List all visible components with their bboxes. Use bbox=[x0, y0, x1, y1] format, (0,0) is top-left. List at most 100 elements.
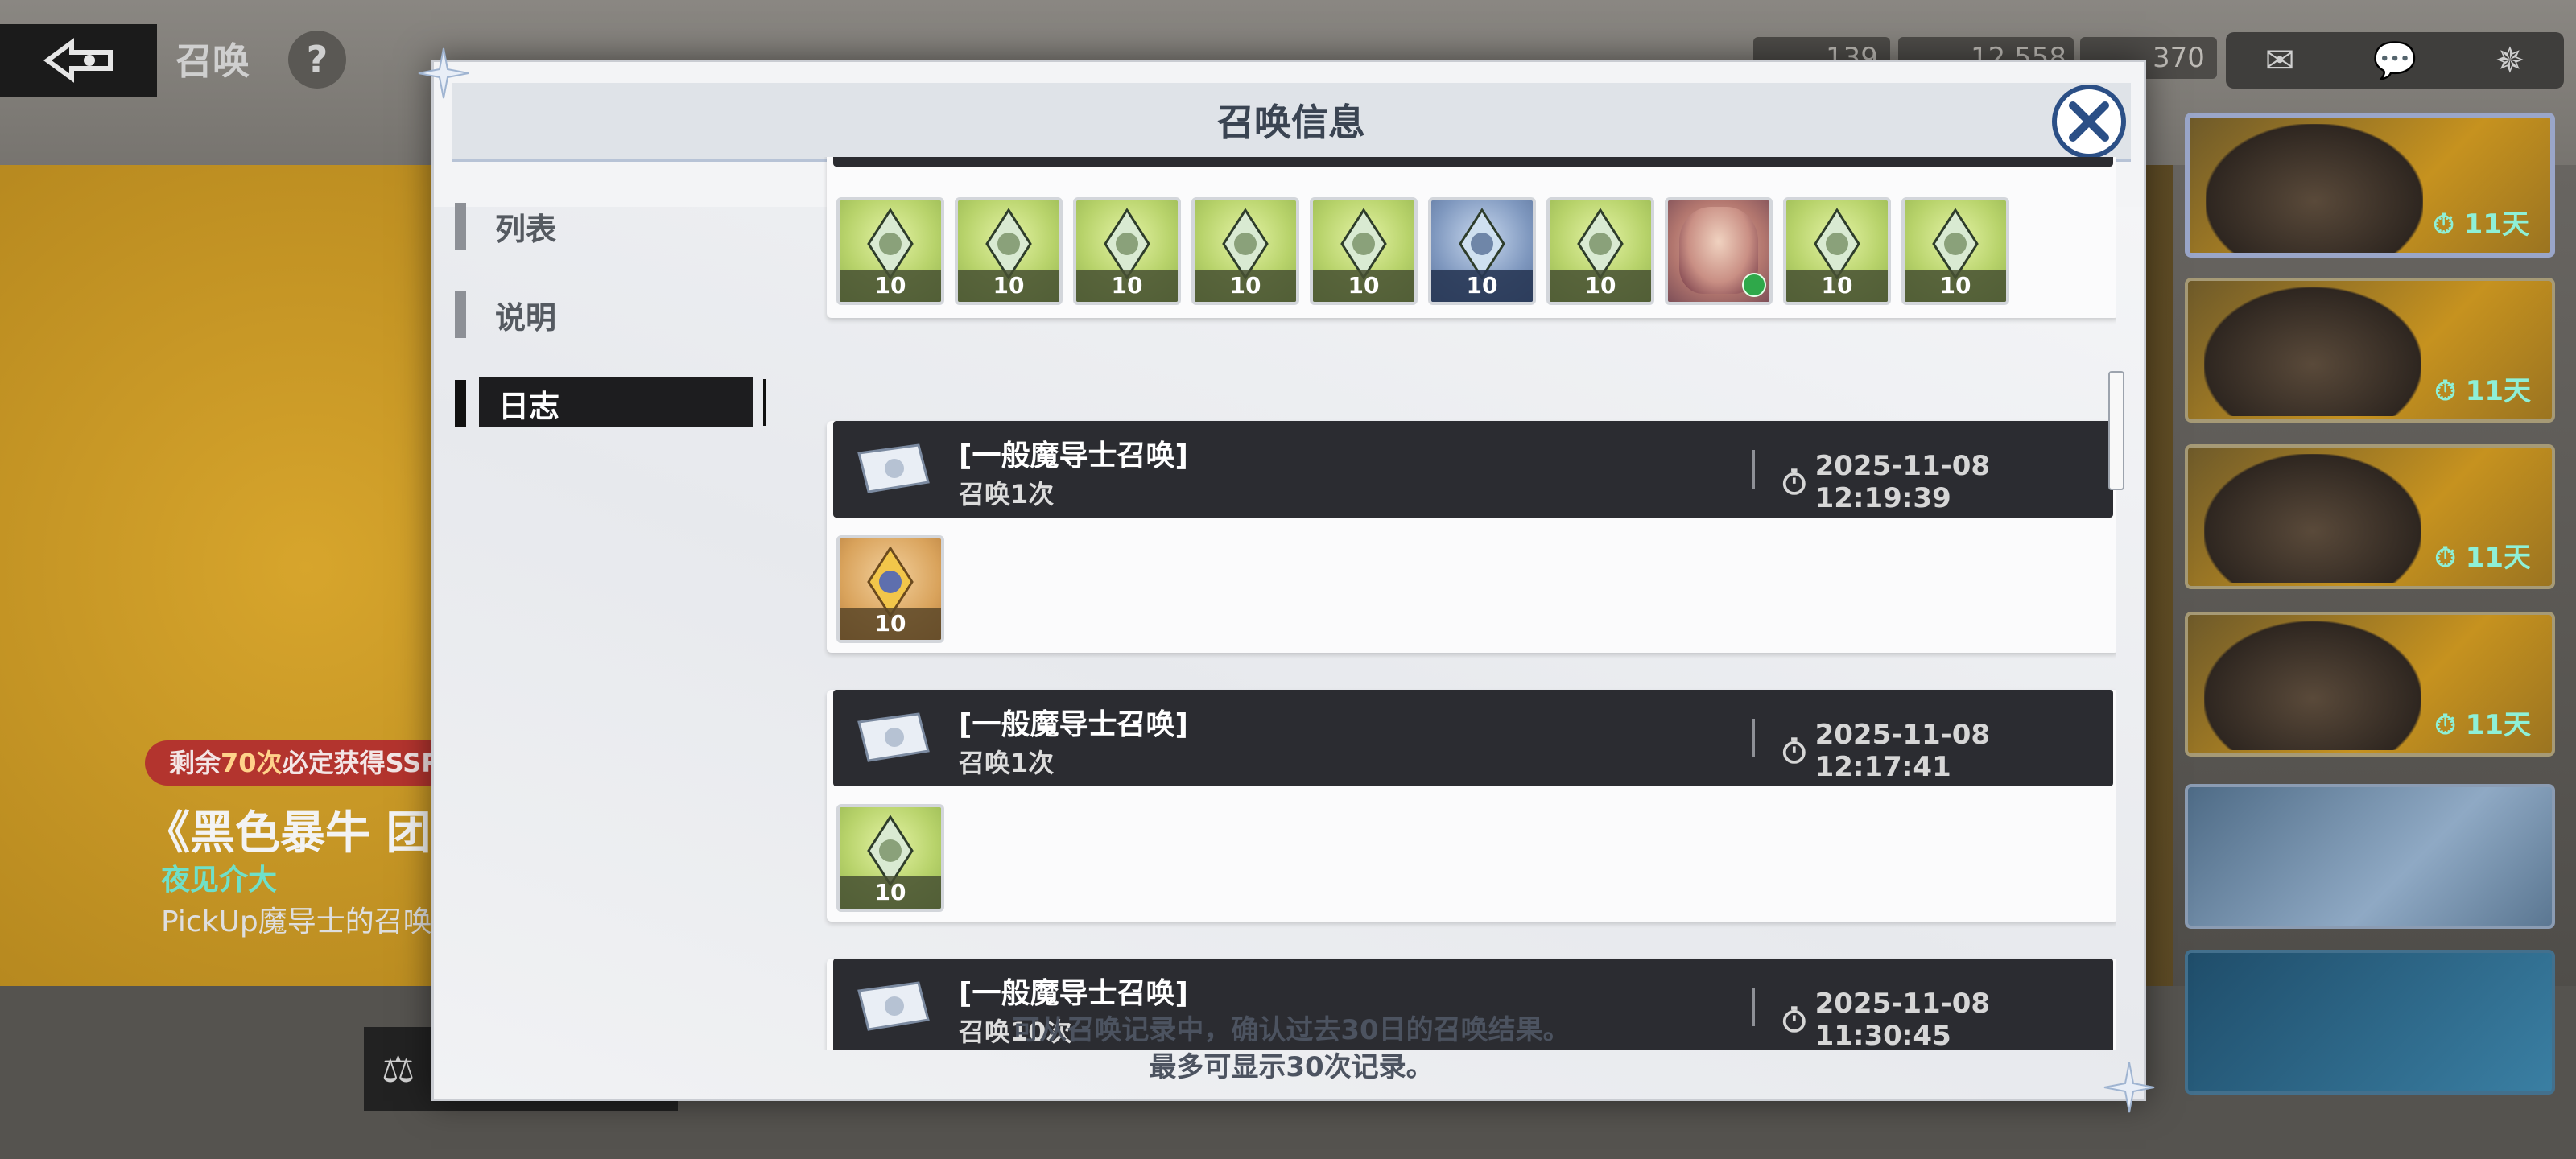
sparkle-icon bbox=[418, 47, 469, 99]
result-item[interactable]: 10 bbox=[836, 804, 944, 912]
help-button[interactable]: ? bbox=[288, 31, 346, 89]
tab-description[interactable]: 说明 bbox=[455, 289, 761, 340]
banner-card[interactable]: ⏱ 11天 bbox=[2185, 444, 2555, 589]
footer-note: 可从召唤记录中，确认过去30日的召唤结果。 最多可显示30次记录。 bbox=[434, 1012, 2144, 1086]
remaining-days: ⏱ 11天 bbox=[2434, 542, 2531, 574]
result-item[interactable]: 10 bbox=[836, 197, 944, 305]
item-quantity: 10 bbox=[1195, 270, 1296, 302]
summon-ticket-icon bbox=[857, 443, 930, 493]
result-items: 10 10 10 10 10 10 10 10 10 bbox=[836, 197, 2020, 305]
character-portrait bbox=[2204, 287, 2421, 416]
log-entry-time: 2025-11-08 12:19:39 bbox=[1781, 450, 2113, 514]
result-item[interactable]: 10 bbox=[1428, 197, 1536, 305]
item-quantity: 10 bbox=[840, 876, 941, 909]
log-entry-time-value: 2025-11-08 12:19:39 bbox=[1814, 450, 1991, 514]
tab-marker bbox=[455, 380, 466, 427]
remaining-days-value: 11天 bbox=[2465, 375, 2531, 407]
result-character[interactable] bbox=[1665, 197, 1773, 305]
dialog-title: 召唤信息 bbox=[1217, 101, 1365, 144]
mail-icon[interactable]: ✉ bbox=[2265, 40, 2295, 81]
banner-title: 《黑色暴牛 团长 bbox=[145, 807, 477, 860]
item-quantity: 10 bbox=[1905, 270, 2006, 302]
item-quantity: 10 bbox=[1550, 270, 1651, 302]
scrollbar[interactable] bbox=[2108, 371, 2124, 490]
log-entry-header: [一般魔导士召唤] 召唤1次 2025-11-08 12:19:39 bbox=[833, 421, 2113, 518]
log-entry: [一般魔导士召唤] 召唤1次 2025-11-08 12:17:41 10 bbox=[827, 690, 2116, 922]
crystal-icon bbox=[1814, 208, 1860, 279]
crystal-icon bbox=[1104, 208, 1150, 279]
item-quantity: 10 bbox=[1313, 270, 1414, 302]
character-portrait bbox=[2206, 124, 2423, 253]
banner-character: 夜见介大 bbox=[161, 864, 278, 897]
crystal-icon bbox=[867, 208, 914, 279]
element-badge-icon bbox=[1742, 273, 1766, 297]
currency-coin-value: 370 bbox=[2153, 42, 2205, 74]
remaining-days: ⏱ 11天 bbox=[2434, 375, 2531, 407]
banner-card[interactable]: ⏱ 11天 bbox=[2185, 113, 2555, 258]
item-quantity: 10 bbox=[1431, 270, 1533, 302]
crystal-icon bbox=[1932, 208, 1979, 279]
banner-card-ticket[interactable] bbox=[2185, 784, 2555, 929]
summon-info-dialog: 召唤信息 列表 说明 日志 10 10 10 10 10 10 10 10 10 bbox=[431, 60, 2146, 1101]
log-entry-time: 2025-11-08 12:17:41 bbox=[1781, 719, 2113, 783]
banner-card[interactable]: ⏱ 11天 bbox=[2185, 278, 2555, 423]
close-button[interactable] bbox=[2052, 85, 2126, 159]
tab-marker bbox=[455, 203, 466, 250]
log-entry-time-value: 2025-11-08 12:17:41 bbox=[1814, 719, 1991, 783]
crystal-icon bbox=[1222, 208, 1269, 279]
result-item[interactable]: 10 bbox=[955, 197, 1063, 305]
crystal-icon bbox=[867, 815, 914, 886]
character-portrait bbox=[2204, 621, 2421, 750]
character-portrait bbox=[2204, 454, 2421, 583]
divider bbox=[1752, 719, 1755, 757]
summon-ticket-icon bbox=[857, 712, 930, 762]
item-quantity: 10 bbox=[840, 608, 941, 640]
sparkle-icon bbox=[2103, 1062, 2155, 1113]
banner-description: PickUp魔导士的召唤 bbox=[161, 905, 432, 938]
divider bbox=[1752, 450, 1755, 489]
banner-card[interactable]: ⏱ 11天 bbox=[2185, 612, 2555, 757]
close-icon bbox=[2069, 101, 2109, 142]
result-items: 10 bbox=[836, 804, 955, 912]
screen-title: 召唤 bbox=[175, 39, 250, 83]
log-entry-name: [一般魔导士召唤] bbox=[959, 439, 1188, 472]
item-quantity: 10 bbox=[1786, 270, 1888, 302]
result-item[interactable]: 10 bbox=[1310, 197, 1418, 305]
result-items: 10 bbox=[836, 535, 955, 643]
menu-emblem-icon[interactable]: ✵ bbox=[2496, 40, 2525, 81]
banner-card-emblem[interactable] bbox=[2185, 950, 2555, 1095]
tab-active-edge bbox=[763, 379, 766, 426]
stopwatch-icon bbox=[1782, 737, 1806, 764]
item-quantity: 10 bbox=[958, 270, 1059, 302]
dialog-header: 召唤信息 bbox=[452, 83, 2131, 162]
log-entry-header bbox=[833, 157, 2113, 167]
tab-log[interactable]: 日志 bbox=[455, 377, 766, 429]
crystal-icon bbox=[1459, 208, 1505, 279]
result-item[interactable]: 10 bbox=[1073, 197, 1181, 305]
log-entry-count: 召唤1次 bbox=[959, 479, 1055, 509]
stopwatch-icon bbox=[1782, 468, 1806, 495]
log-entry-name: [一般魔导士召唤] bbox=[959, 708, 1188, 741]
remaining-days: ⏱ 11天 bbox=[2433, 208, 2529, 241]
result-item[interactable]: 10 bbox=[1546, 197, 1654, 305]
log-entry: [一般魔导士召唤] 召唤1次 2025-11-08 12:19:39 10 bbox=[827, 421, 2116, 653]
pity-count: 70次 bbox=[221, 748, 283, 778]
log-entry-name: [一般魔导士召唤] bbox=[959, 977, 1188, 1010]
result-item[interactable]: 10 bbox=[1901, 197, 2009, 305]
tab-label: 说明 bbox=[495, 299, 557, 336]
back-button[interactable] bbox=[0, 24, 157, 97]
tab-list[interactable]: 列表 bbox=[455, 200, 761, 252]
crystal-icon bbox=[1340, 208, 1387, 279]
log-entry: 10 10 10 10 10 10 10 10 10 bbox=[827, 157, 2116, 318]
chat-icon[interactable]: 💬 bbox=[2373, 39, 2417, 81]
crystal-icon bbox=[867, 547, 914, 617]
tab-label: 列表 bbox=[495, 211, 557, 247]
log-list[interactable]: 10 10 10 10 10 10 10 10 10 [一般魔导士召唤] 召唤1次 bbox=[804, 157, 2116, 1050]
result-item[interactable]: 10 bbox=[1783, 197, 1891, 305]
result-item[interactable]: 10 bbox=[836, 535, 944, 643]
footer-line-1: 可从召唤记录中，确认过去30日的召唤结果。 bbox=[1012, 1014, 1571, 1046]
result-item[interactable]: 10 bbox=[1191, 197, 1299, 305]
tab-label: 日志 bbox=[498, 388, 560, 424]
remaining-days: ⏱ 11天 bbox=[2434, 709, 2531, 741]
footer-line-2: 最多可显示30次记录。 bbox=[1149, 1051, 1434, 1083]
